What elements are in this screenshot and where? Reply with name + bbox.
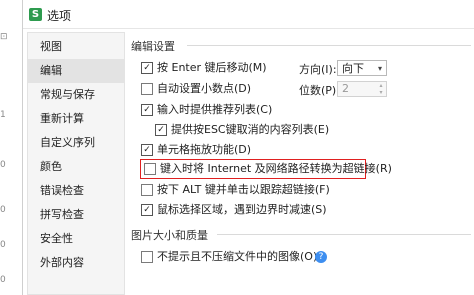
autocomplete-label: 输入时提供推荐列表(C) — [157, 103, 273, 116]
options-sidebar: 视图 编辑 常规与保存 重新计算 自定义序列 颜色 错误检查 拼写检查 安全性 … — [27, 32, 125, 295]
enter-move-label: 按 Enter 键后移动(M) — [157, 61, 267, 74]
title-bar[interactable]: S 选项 — [23, 0, 474, 29]
places-label: 位数(P): — [299, 84, 340, 97]
spin-down-icon: ▾ — [379, 89, 383, 96]
direction-value: 向下 — [342, 62, 364, 75]
sidebar-item-spell-check[interactable]: 拼写检查 — [28, 203, 124, 227]
option-esc-cancel-list: ✓ 提供按ESC键取消的内容列表(E) — [127, 121, 474, 139]
auto-decimal-checkbox[interactable] — [141, 83, 153, 95]
places-value: 2 — [342, 82, 349, 95]
section-divider — [187, 45, 471, 46]
strip-glyph: 0 — [0, 240, 6, 250]
esc-cancel-list-checkbox[interactable]: ✓ — [155, 124, 167, 136]
sidebar-item-error-check[interactable]: 错误检查 — [28, 179, 124, 203]
sidebar-item-view[interactable]: 视图 — [28, 35, 124, 59]
enter-move-checkbox[interactable]: ✓ — [141, 62, 153, 74]
no-compress-images-label: 不提示且不压缩文件中的图像(O) — [157, 250, 318, 263]
sidebar-item-edit[interactable]: 编辑 — [28, 59, 124, 83]
drag-drop-label: 单元格拖放功能(D) — [157, 143, 252, 156]
spin-up-icon: ▴ — [379, 82, 383, 89]
direction-select[interactable]: 向下 ▾ — [337, 60, 387, 76]
sidebar-item-security[interactable]: 安全性 — [28, 227, 124, 251]
alt-click-link-label: 按下 ALT 键并单击以跟踪超链接(F) — [157, 183, 330, 196]
auto-hyperlink-label: 键入时将 Internet 及网络路径转换为超链接(R) — [160, 162, 392, 175]
strip-glyph: 1 — [0, 110, 6, 120]
option-autocomplete: ✓ 输入时提供推荐列表(C) — [127, 101, 474, 119]
option-no-compress-images: 不提示且不压缩文件中的图像(O) — [127, 248, 474, 266]
sidebar-item-custom-lists[interactable]: 自定义序列 — [28, 131, 124, 155]
chevron-down-icon: ▾ — [377, 64, 382, 73]
strip-glyph: 0 — [0, 160, 6, 170]
option-alt-click-link: 按下 ALT 键并单击以跟踪超链接(F) — [127, 181, 474, 199]
options-dialog: S 选项 视图 编辑 常规与保存 重新计算 自定义序列 颜色 错误检查 拼写检查… — [22, 0, 474, 295]
option-select-slowdown: ✓ 鼠标选择区域，遇到边界时减速(S) — [127, 201, 474, 219]
section-divider — [217, 234, 471, 235]
help-icon[interactable]: ? — [315, 251, 327, 263]
direction-label: 方向(I): — [299, 63, 337, 76]
option-auto-hyperlink: 键入时将 Internet 及网络路径转换为超链接(R) — [127, 160, 474, 178]
auto-decimal-label: 自动设置小数点(D) — [157, 82, 252, 95]
autocomplete-checkbox[interactable]: ✓ — [141, 104, 153, 116]
drag-drop-checkbox[interactable]: ✓ — [141, 144, 153, 156]
places-stepper[interactable]: 2 ▴ ▾ — [337, 81, 387, 97]
sidebar-item-recalculate[interactable]: 重新计算 — [28, 107, 124, 131]
option-drag-drop: ✓ 单元格拖放功能(D) — [127, 141, 474, 159]
no-compress-images-checkbox[interactable] — [141, 251, 153, 263]
alt-click-link-checkbox[interactable] — [141, 184, 153, 196]
strip-glyph: 0 — [0, 205, 6, 215]
image-quality-title: 图片大小和质量 — [131, 229, 208, 242]
sidebar-item-color[interactable]: 颜色 — [28, 155, 124, 179]
auto-hyperlink-checkbox[interactable] — [144, 163, 156, 175]
background-sheet-strip: ⊡ 1 0 0 0 0 — [0, 0, 22, 295]
select-slowdown-checkbox[interactable]: ✓ — [141, 204, 153, 216]
app-icon: S — [29, 8, 42, 21]
edit-settings-title: 编辑设置 — [131, 40, 175, 53]
stepper-arrows[interactable]: ▴ ▾ — [376, 82, 386, 96]
sidebar-item-general-save[interactable]: 常规与保存 — [28, 83, 124, 107]
esc-cancel-list-label: 提供按ESC键取消的内容列表(E) — [171, 123, 330, 136]
sidebar-item-external-content[interactable]: 外部内容 — [28, 251, 124, 275]
window-title: 选项 — [47, 9, 72, 23]
select-slowdown-label: 鼠标选择区域，遇到边界时减速(S) — [157, 203, 327, 216]
strip-glyph: 0 — [0, 275, 6, 285]
edit-settings-panel: 编辑设置 ✓ 按 Enter 键后移动(M) 方向(I): 向下 ▾ 自动设置小… — [127, 32, 474, 295]
strip-glyph: ⊡ — [0, 32, 8, 42]
